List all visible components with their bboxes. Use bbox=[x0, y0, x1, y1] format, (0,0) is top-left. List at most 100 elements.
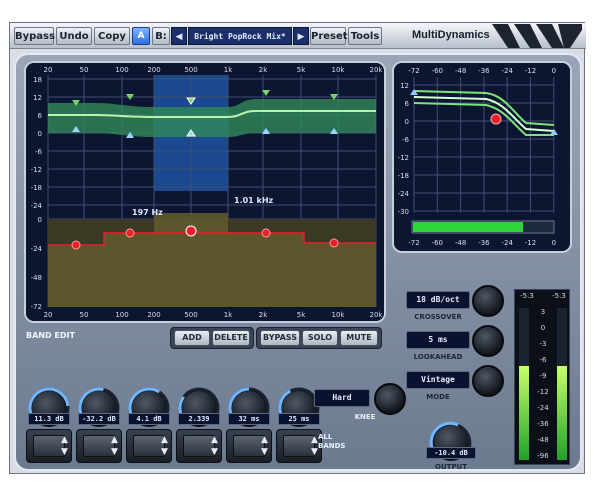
band-knob-value[interactable]: -32.2 dB bbox=[78, 413, 120, 425]
band-display-panel[interactable]: 20 50 100 200 500 1k 2k 5k 10k 20k 20 50 100 200 500 1k… bbox=[24, 61, 386, 323]
copy-button[interactable]: Copy bbox=[94, 27, 130, 45]
mode-knob[interactable] bbox=[472, 365, 504, 397]
meter-scale-label: -12 bbox=[537, 388, 549, 396]
band-control-slot[interactable]: ▲ ▼ bbox=[126, 429, 172, 463]
freq-tick-label: 5k bbox=[297, 66, 306, 74]
up-down-arrows-icon[interactable]: ▲ ▼ bbox=[161, 434, 168, 458]
freq-tick-label: 50 bbox=[80, 66, 89, 74]
bottom-freq-tick-label: 50 bbox=[80, 311, 89, 319]
crossover-knob[interactable] bbox=[472, 285, 504, 317]
band-threshold-node[interactable] bbox=[185, 225, 197, 237]
tf-bottom-tick-label: -12 bbox=[525, 239, 536, 247]
left-peak-readout[interactable]: -5.3 bbox=[517, 292, 537, 300]
dyn-tick-label: -72 bbox=[31, 303, 42, 311]
lookahead-dropdown[interactable]: 5 ms bbox=[406, 331, 470, 349]
tf-side-tick-label: -24 bbox=[398, 190, 410, 198]
band-knob-value[interactable]: 11.3 dB bbox=[28, 413, 70, 425]
undo-button[interactable]: Undo bbox=[56, 27, 92, 45]
ab-b-button[interactable]: B: bbox=[152, 27, 170, 45]
up-down-arrows-icon[interactable]: ▲ ▼ bbox=[261, 434, 268, 458]
plugin-body: 20 50 100 200 500 1k 2k 5k 10k 20k 20 50 100 200 500 1k… bbox=[14, 53, 582, 471]
bottom-freq-tick-label: 100 bbox=[115, 311, 128, 319]
up-down-arrows-icon[interactable]: ▲ ▼ bbox=[61, 434, 68, 458]
transfer-knee-node[interactable] bbox=[490, 113, 502, 125]
tf-top-tick-label: 0 bbox=[552, 67, 556, 75]
gain-tick-label: 6 bbox=[38, 112, 43, 120]
band-threshold-node[interactable] bbox=[71, 240, 81, 250]
meter-scale-label: -9 bbox=[539, 372, 547, 380]
band-solo-button[interactable]: SOLO bbox=[302, 330, 338, 346]
up-down-arrows-icon[interactable]: ▲ ▼ bbox=[111, 434, 118, 458]
lookahead-knob[interactable] bbox=[472, 325, 504, 357]
band-knob-value[interactable]: 4.1 dB bbox=[128, 413, 170, 425]
band-knob-value[interactable]: 2.339 bbox=[178, 413, 220, 425]
band-control-slot[interactable]: ▲ ▼ bbox=[176, 429, 222, 463]
tf-top-tick-label: -60 bbox=[432, 67, 443, 75]
freq-tick-label: 500 bbox=[184, 66, 197, 74]
tf-side-tick-label: -6 bbox=[402, 136, 410, 144]
band-control-slot[interactable]: ▲ ▼ bbox=[226, 429, 272, 463]
band-threshold-node[interactable] bbox=[329, 238, 339, 248]
band-bypass-button[interactable]: BYPASS bbox=[260, 330, 300, 346]
band-control-slot[interactable]: ▲ ▼ bbox=[76, 429, 122, 463]
all-bands-label: ALL BANDS bbox=[318, 433, 346, 450]
band-threshold-node[interactable] bbox=[261, 228, 271, 238]
crossover-high-label: 1.01 kHz bbox=[234, 196, 274, 205]
gain-tick-label: 12 bbox=[33, 94, 42, 102]
delete-band-button[interactable]: DELETE bbox=[212, 330, 250, 346]
bottom-freq-tick-label: 200 bbox=[147, 311, 160, 319]
freq-tick-label: 20k bbox=[370, 66, 384, 74]
crossover-low-label: 197 Hz bbox=[132, 208, 163, 217]
band-threshold-node[interactable] bbox=[125, 228, 135, 238]
meter-scale-label: -3 bbox=[539, 340, 547, 348]
knee-dropdown[interactable]: Hard bbox=[314, 389, 370, 407]
transfer-curve-display[interactable]: -72 -60 -48 -36 -24 -12 0-72 -60 -48 -36 -24 -12 012… bbox=[394, 63, 570, 251]
up-down-arrows-icon[interactable]: ▲ ▼ bbox=[311, 434, 318, 458]
meter-scale-label: -36 bbox=[537, 420, 549, 428]
band-mute-button[interactable]: MUTE bbox=[340, 330, 378, 346]
mode-dropdown[interactable]: Vintage bbox=[406, 371, 470, 389]
dyn-tick-label: -48 bbox=[31, 274, 42, 282]
gain-tick-label: -12 bbox=[31, 166, 42, 174]
tf-top-tick-label: -36 bbox=[478, 67, 490, 75]
tf-top-tick-label: -72 bbox=[408, 67, 419, 75]
bottom-freq-tick-label: 5k bbox=[297, 311, 306, 319]
output-value[interactable]: -10.4 dB bbox=[426, 447, 476, 459]
prev-preset-button[interactable]: ◀ bbox=[171, 27, 187, 45]
dyn-tick-label: -24 bbox=[31, 245, 43, 253]
meter-scale-label: -24 bbox=[537, 404, 549, 412]
preset-menu-button[interactable]: Preset bbox=[310, 27, 348, 45]
add-band-button[interactable]: ADD bbox=[174, 330, 210, 346]
band-display[interactable]: 20 50 100 200 500 1k 2k 5k 10k 20k 20 50 100 200 500 1k… bbox=[26, 63, 384, 321]
right-peak-readout[interactable]: -5.3 bbox=[549, 292, 569, 300]
right-meter-fill bbox=[557, 365, 567, 460]
gain-tick-label: -6 bbox=[35, 148, 43, 156]
ab-a-button[interactable]: A bbox=[132, 27, 150, 45]
crossover-label: CROSSOVER bbox=[414, 313, 462, 321]
freq-tick-label: 100 bbox=[115, 66, 128, 74]
up-down-arrows-icon[interactable]: ▲ ▼ bbox=[211, 434, 218, 458]
bypass-button[interactable]: Bypass bbox=[14, 27, 55, 45]
band-control-slot[interactable]: ▲ ▼ bbox=[26, 429, 72, 463]
band-knob-value[interactable]: 32 ms bbox=[228, 413, 270, 425]
meter-scale-label: -96 bbox=[537, 452, 549, 460]
tf-top-tick-label: -48 bbox=[455, 67, 466, 75]
band-knob-value[interactable]: 25 ms bbox=[278, 413, 320, 425]
crossover-dropdown[interactable]: 18 dB/oct bbox=[406, 291, 470, 309]
transfer-panel[interactable]: -72 -60 -48 -36 -24 -12 0 -72 -60 -48 -36 -24 -12 0 12… bbox=[392, 61, 572, 253]
output-meter: -5.3 -5.3 3 0 -3 -6 -9 -12 -24 -36 -48 -96 bbox=[514, 289, 570, 465]
band-control-slot[interactable]: ▲ ▼ bbox=[276, 429, 322, 463]
gain-tick-label: 18 bbox=[33, 76, 42, 84]
gain-tick-label: 0 bbox=[38, 130, 42, 138]
bottom-freq-tick-label: 2k bbox=[259, 311, 268, 319]
tf-bottom-tick-label: -60 bbox=[432, 239, 443, 247]
tools-menu-button[interactable]: Tools bbox=[348, 27, 382, 45]
knee-knob[interactable] bbox=[374, 383, 406, 415]
next-preset-button[interactable]: ▶ bbox=[293, 27, 309, 45]
gain-reduction-fill bbox=[413, 222, 523, 232]
tf-bottom-tick-label: -48 bbox=[455, 239, 466, 247]
tf-side-tick-label: 0 bbox=[405, 118, 409, 126]
preset-name-display[interactable]: Bright PopRock Mix* bbox=[188, 27, 292, 45]
meter-scale-label: -48 bbox=[537, 436, 549, 444]
tf-top-tick-label: -24 bbox=[501, 67, 513, 75]
